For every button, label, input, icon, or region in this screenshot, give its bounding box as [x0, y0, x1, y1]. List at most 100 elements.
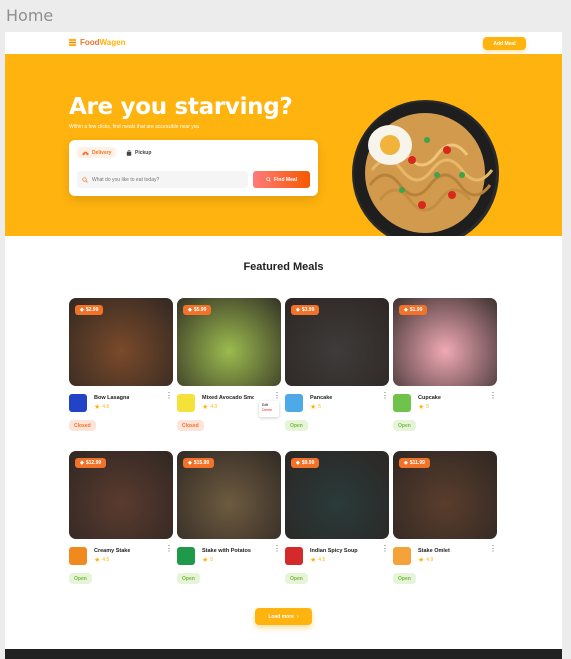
star-icon: ★ — [418, 404, 425, 411]
meal-name: Bow Lasagna — [94, 395, 130, 401]
restaurant-logo — [177, 394, 195, 412]
restaurant-logo — [69, 394, 87, 412]
meal-card[interactable]: ◆ $12.99 Creamy Stake ★ 4.5 ⋮ Open — [69, 451, 173, 584]
meal-card[interactable]: ◆ $1.99 Cupcake ★ 5 ⋮ Open — [393, 298, 497, 431]
food-logo-icon — [68, 38, 77, 47]
rating-value: 4.9 — [426, 557, 434, 563]
meal-card[interactable]: ◆ $11.99 Stake Omlet ★ 4.9 ⋮ Open — [393, 451, 497, 584]
price-value: $15.99 — [193, 460, 210, 466]
search-field[interactable] — [77, 171, 248, 188]
star-icon: ★ — [94, 404, 101, 411]
menu-item-delete[interactable]: Delete — [262, 408, 276, 413]
more-options-icon[interactable]: ⋮ — [489, 392, 497, 400]
price-value: $5.99 — [193, 307, 207, 313]
rating-value: 4.0 — [210, 404, 218, 410]
meal-name: Stake with Potatos — [202, 548, 251, 554]
rating: ★ 4.5 — [94, 556, 109, 564]
hero-title: Are you starving? — [69, 94, 293, 120]
meal-image[interactable]: ◆ $12.99 — [69, 451, 173, 539]
add-meal-button[interactable]: Add Meal — [483, 37, 526, 50]
rating: ★ 4.9 — [418, 556, 433, 564]
meal-image[interactable]: ◆ $3.99 — [285, 298, 389, 386]
rating-value: 5 — [210, 557, 214, 563]
price-value: $9.99 — [301, 460, 315, 466]
canvas-title: Home — [6, 6, 54, 25]
status-badge: Open — [177, 573, 200, 584]
status-badge: Closed — [177, 420, 204, 431]
status-badge: Open — [285, 573, 308, 584]
find-meal-button[interactable]: Find Meal — [253, 171, 310, 188]
noodle-bowl-illustration — [354, 102, 496, 236]
tag-icon: ◆ — [80, 460, 84, 466]
price-value: $12.99 — [85, 460, 102, 466]
meal-card[interactable]: ◆ $3.99 Pancake ★ 5 ⋮ Open — [285, 298, 389, 431]
tag-icon: ◆ — [188, 307, 192, 313]
price-value: $3.99 — [301, 307, 315, 313]
meal-image[interactable]: ◆ $9.99 — [285, 451, 389, 539]
meal-card[interactable]: ◆$5.99 Mixed Avocado Smoothie ★4.0 ⋮ Closed E… — [177, 298, 281, 431]
more-options-icon[interactable]: ⋮ — [165, 545, 173, 553]
meal-card[interactable]: ◆ $2.99 Bow Lasagna ★ 4.6 ⋮ Closed — [69, 298, 173, 431]
rating: ★ 4.6 — [94, 403, 109, 411]
search-input[interactable] — [92, 176, 242, 183]
tag-icon: ◆ — [404, 460, 408, 466]
meal-name: Pancake — [310, 395, 333, 401]
price-tag: ◆ $3.99 — [291, 305, 320, 315]
meal-image[interactable]: ◆ $5.99 — [177, 298, 281, 386]
meal-name: Indian Spicy Soup — [310, 548, 358, 554]
tab-delivery-label: Delivery — [92, 149, 112, 156]
rating-value: 5 — [426, 404, 430, 410]
rating-value: 4.5 — [318, 557, 326, 563]
logo-text-wagen: Wagen — [99, 38, 126, 47]
price-tag: ◆ $1.99 — [399, 305, 428, 315]
restaurant-logo — [177, 547, 195, 565]
star-icon: ★ — [310, 404, 317, 411]
rating: ★ 4.5 — [310, 556, 325, 564]
rating: ★ 5 — [418, 403, 429, 411]
price-tag: ◆ $11.99 — [399, 458, 430, 468]
star-icon: ★ — [310, 557, 317, 564]
restaurant-logo — [393, 394, 411, 412]
meal-name: Cupcake — [418, 395, 441, 401]
meal-name: Stake Omlet — [418, 548, 450, 554]
tab-delivery[interactable]: Delivery — [77, 147, 117, 158]
tab-pickup-label: Pickup — [135, 149, 152, 156]
logo[interactable]: Food Wagen — [68, 38, 125, 47]
meal-image[interactable]: ◆ $15.99 — [177, 451, 281, 539]
featured-meals-title: Featured Meals — [243, 261, 324, 273]
more-options-icon[interactable]: ⋮ — [273, 392, 281, 400]
more-options-icon[interactable]: ⋮ — [381, 545, 389, 553]
tag-icon: ◆ — [80, 307, 84, 313]
rating-value: 4.6 — [102, 404, 110, 410]
load-more-button[interactable]: Load more › — [255, 608, 312, 625]
status-badge: Open — [285, 420, 308, 431]
meal-image[interactable]: ◆ $2.99 — [69, 298, 173, 386]
star-icon: ★ — [202, 557, 209, 564]
logo-text-food: Food — [80, 38, 100, 47]
hero-section: Are you starving? Within a few clicks, f… — [5, 54, 562, 236]
rating: ★ 4.0 — [202, 403, 217, 411]
meal-name: Mixed Avocado Smoothie — [202, 395, 254, 401]
shopping-bag-icon — [126, 149, 132, 156]
price-tag: ◆ $2.99 — [75, 305, 104, 315]
more-options-icon[interactable]: ⋮ — [489, 545, 497, 553]
star-icon: ★ — [418, 557, 425, 564]
more-options-icon[interactable]: ⋮ — [165, 392, 173, 400]
more-options-icon[interactable]: ⋮ — [381, 392, 389, 400]
price-value: $2.99 — [85, 307, 99, 313]
restaurant-logo — [285, 547, 303, 565]
status-badge: Closed — [69, 420, 96, 431]
meal-image[interactable]: ◆ $1.99 — [393, 298, 497, 386]
load-more-label: Load more — [268, 613, 294, 620]
meal-card[interactable]: ◆ $15.99 Stake with Potatos ★ 5 ⋮ Open — [177, 451, 281, 584]
meal-image[interactable]: ◆ $11.99 — [393, 451, 497, 539]
hero-subtitle: Within a few clicks, find meals that are… — [69, 124, 200, 130]
card-options-menu: Edit Delete — [259, 401, 279, 417]
chevron-right-icon: › — [296, 613, 299, 620]
tag-icon: ◆ — [404, 307, 408, 313]
more-options-icon[interactable]: ⋮ — [273, 545, 281, 553]
meal-card[interactable]: ◆ $9.99 Indian Spicy Soup ★ 4.5 ⋮ Open — [285, 451, 389, 584]
rating: ★ 5 — [310, 403, 321, 411]
rating-value: 4.5 — [102, 557, 110, 563]
tab-pickup[interactable]: Pickup — [121, 147, 156, 158]
